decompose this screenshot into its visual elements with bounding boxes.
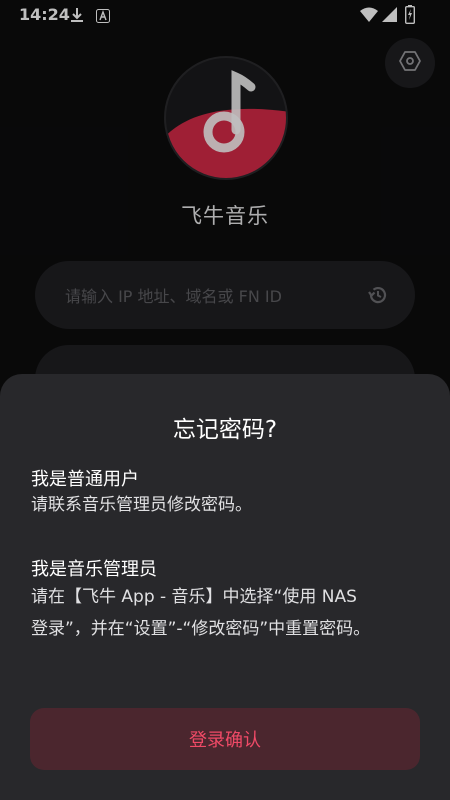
regular-user-text: 请联系音乐管理员修改密码。 (31, 495, 252, 515)
admin-heading: 我是音乐管理员 (31, 559, 157, 580)
login-confirm-button[interactable]: 登录确认 (30, 708, 420, 770)
admin-text-line1: 请在【飞牛 App - 音乐】中选择“使用 NAS (31, 587, 357, 607)
regular-user-heading: 我是普通用户 (31, 469, 139, 490)
sheet-title: 忘记密码? (172, 417, 278, 443)
forgot-password-sheet: 忘记密码? 我是普通用户 请联系音乐管理员修改密码。 我是音乐管理员 请在【飞牛… (0, 374, 450, 800)
admin-text-line2: 登录”，并在“设置”-“修改密码”中重置密码。 (31, 619, 371, 639)
